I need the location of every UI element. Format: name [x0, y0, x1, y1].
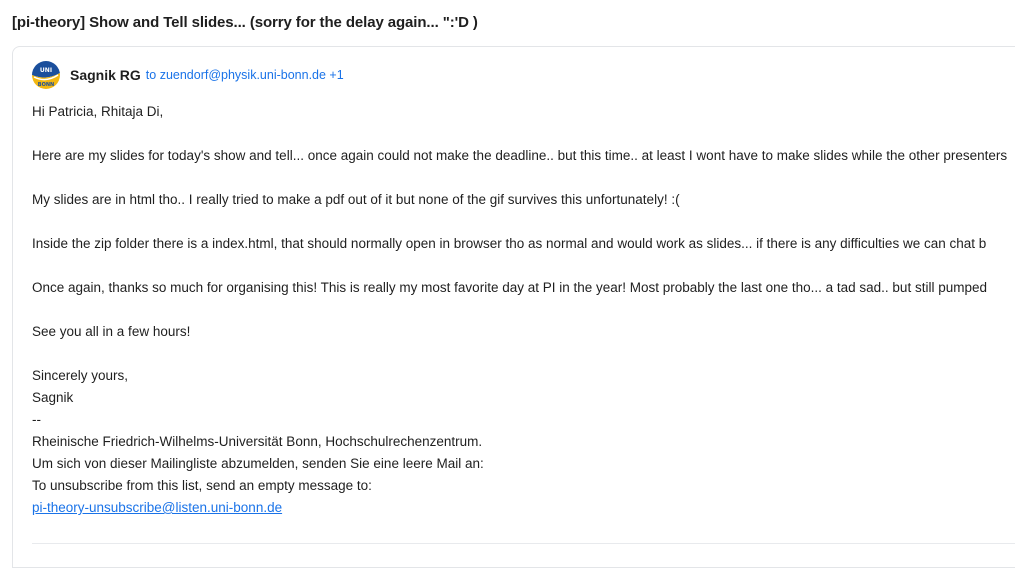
- svg-text:BONN: BONN: [38, 82, 54, 88]
- divider: [32, 543, 1015, 544]
- recipients-link[interactable]: to zuendorf@physik.uni-bonn.de +1: [146, 68, 344, 82]
- message-body: Hi Patricia, Rhitaja Di, Here are my sli…: [32, 101, 1015, 519]
- greeting: Hi Patricia, Rhitaja Di,: [32, 104, 164, 119]
- signature-separator: --: [32, 412, 41, 427]
- footer-line-1: Rheinische Friedrich-Wilhelms-Universitä…: [32, 434, 483, 449]
- body-paragraph-2: My slides are in html tho.. I really tri…: [32, 192, 680, 207]
- svg-text:UNI: UNI: [40, 67, 52, 74]
- footer-line-3: To unsubscribe from this list, send an e…: [32, 478, 372, 493]
- sender-name[interactable]: Sagnik RG: [70, 67, 141, 83]
- footer-line-2: Um sich von dieser Mailingliste abzumeld…: [32, 456, 484, 471]
- university-bonn-logo-icon[interactable]: UNI BONN: [32, 61, 60, 89]
- signature-name: Sagnik: [32, 390, 74, 405]
- body-paragraph-5: See you all in a few hours!: [32, 324, 191, 339]
- unsubscribe-link[interactable]: pi-theory-unsubscribe@listen.uni-bonn.de: [32, 500, 282, 515]
- message-header: UNI BONN Sagnik RG to zuendorf@physik.un…: [32, 60, 344, 90]
- body-paragraph-1: Here are my slides for today's show and …: [32, 148, 1008, 163]
- message-card: UNI BONN Sagnik RG to zuendorf@physik.un…: [12, 46, 1015, 568]
- body-paragraph-4: Once again, thanks so much for organisin…: [32, 280, 987, 295]
- signoff: Sincerely yours,: [32, 368, 129, 383]
- body-paragraph-3: Inside the zip folder there is a index.h…: [32, 236, 987, 251]
- email-subject: [pi-theory] Show and Tell slides... (sor…: [12, 14, 478, 31]
